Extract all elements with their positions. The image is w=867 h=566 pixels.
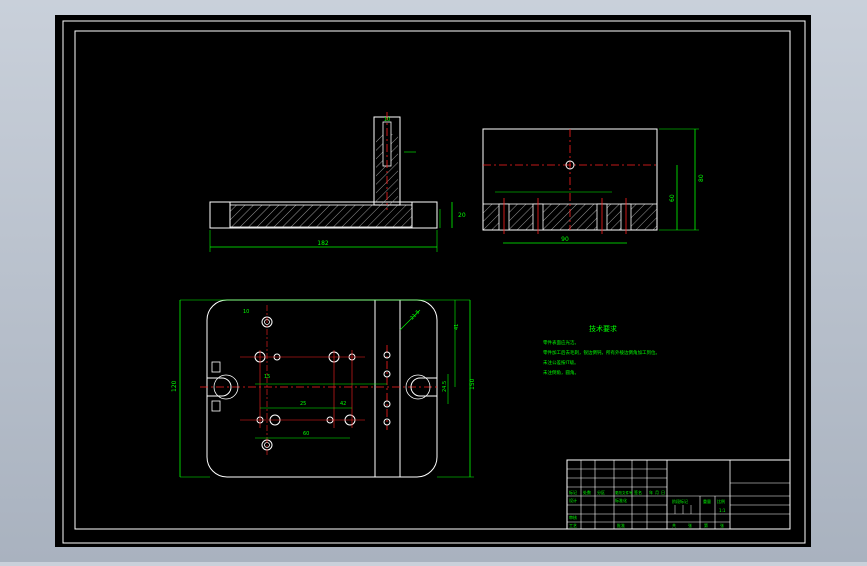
tb-label-scale: 比例 [717, 498, 725, 504]
side-width-text: 90 [561, 236, 569, 243]
plan-dim-a: 10 [243, 309, 249, 315]
tb-scale-value: 1:1 [719, 508, 726, 513]
tb-label-month: 月 [655, 490, 659, 495]
front-height-dim-text: 20 [458, 212, 466, 219]
plan-small-text: 24.5 [442, 381, 448, 392]
tech-line-3: 未注公差按IT级。 [543, 359, 579, 366]
tb-label-year: 年 [649, 489, 653, 495]
cad-viewport[interactable]: 182 20 10 80 60 90 120 150 41 24.5 21.5 … [0, 0, 867, 562]
side-lower-height-text: 60 [669, 194, 676, 202]
plan-dim-e: 60 [303, 431, 309, 437]
plan-dim-d: 42 [340, 401, 346, 407]
tech-line-1: 零件表面应光洁。 [543, 339, 579, 346]
tb-label-approve: 批准 [617, 522, 625, 528]
tb-label-standard: 标准化 [615, 497, 627, 503]
tb-sheet-no: 张 [688, 522, 692, 528]
tb-label-change: 更改文件号 [615, 490, 633, 495]
tb-label-stage: 阶段标记 [672, 498, 688, 504]
tb-label-process: 工艺 [569, 523, 577, 528]
front-width-dim-text: 182 [317, 240, 329, 247]
tb-label-weight: 重量 [703, 498, 711, 504]
front-slot-dim-text: 10 [384, 117, 390, 123]
tb-label-day: 日 [661, 490, 665, 495]
plan-dim-b: 15 [264, 374, 270, 380]
canvas-background [55, 15, 811, 547]
tb-label-sign: 签名 [634, 489, 642, 495]
plan-height-text: 120 [171, 380, 178, 392]
tb-label-zone: 分区 [597, 489, 605, 495]
side-total-height-text: 80 [698, 174, 705, 182]
tb-label-review: 审核 [569, 514, 577, 520]
tech-line-4: 未注倒角，圆角。 [543, 369, 579, 376]
plan-width-text: 150 [469, 378, 476, 390]
tb-label-design: 设计 [569, 497, 577, 503]
tb-sheet-of: 第 [704, 522, 708, 528]
front-base-hatch [229, 204, 413, 228]
tech-line-2: 零件加工后去毛刺，锐边倒钝，所有外棱边倒角加工到位。 [543, 349, 660, 356]
tb-label-count: 处数 [583, 489, 591, 495]
tech-title: 技术要求 [589, 324, 617, 333]
plan-offset-text: 41 [454, 324, 460, 330]
tb-sheet-total: 共 [672, 522, 676, 528]
plan-dim-c: 25 [300, 401, 306, 407]
drawing-canvas[interactable]: 182 20 10 80 60 90 120 150 41 24.5 21.5 … [0, 0, 867, 562]
tb-sheet-end: 张 [720, 522, 724, 528]
tb-label-mark: 标记 [569, 489, 577, 495]
